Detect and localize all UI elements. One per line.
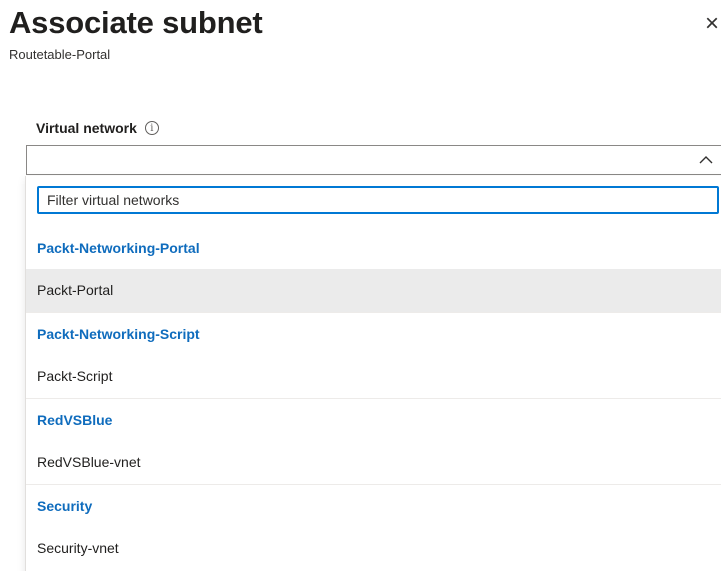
- group-header: Security: [37, 498, 93, 514]
- option-item[interactable]: RedVSBlue-vnet: [26, 441, 721, 484]
- group-header: Packt-Networking-Portal: [37, 240, 200, 256]
- panel-subtitle: Routetable-Portal: [9, 47, 111, 62]
- option-item[interactable]: Security-vnet: [26, 527, 721, 570]
- filter-virtual-networks-input[interactable]: [37, 186, 719, 214]
- close-icon[interactable]: ×: [705, 12, 721, 36]
- virtual-network-dropdown[interactable]: [26, 145, 721, 175]
- virtual-network-label: Virtual network i: [36, 120, 159, 136]
- option-item[interactable]: Packt-Portal: [26, 269, 721, 312]
- panel-title: Associate subnet: [9, 5, 263, 40]
- group-header: RedVSBlue: [37, 412, 113, 428]
- associate-subnet-panel: Associate subnet Routetable-Portal × Vir…: [0, 0, 721, 571]
- option-item[interactable]: Packt-Script: [26, 355, 721, 398]
- virtual-network-options: Packt-Networking-Portal Packt-Portal Packt…: [25, 176, 721, 571]
- info-icon[interactable]: i: [144, 121, 159, 135]
- virtual-network-label-text: Virtual network: [36, 120, 137, 136]
- chevron-up-icon[interactable]: [698, 152, 714, 168]
- group-header: Packt-Networking-Script: [37, 326, 200, 342]
- options-list: Packt-Networking-Portal Packt-Portal Packt…: [26, 227, 721, 570]
